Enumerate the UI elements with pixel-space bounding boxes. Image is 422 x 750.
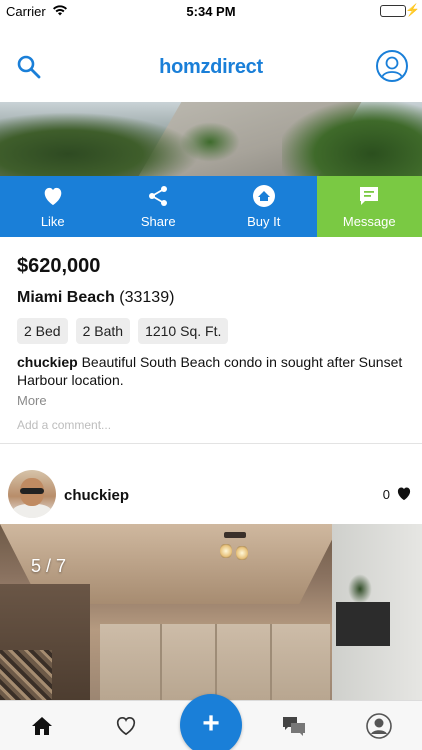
listing-location: Miami Beach (33139) (17, 289, 174, 307)
buy-it-label: Buy It (247, 214, 281, 229)
profile-icon[interactable] (376, 50, 408, 82)
listing-description: chuckiep Beautiful South Beach condo in … (17, 353, 407, 389)
heart-icon[interactable] (396, 486, 412, 502)
post-photo[interactable]: 5 / 7 (0, 524, 422, 700)
baths-chip: 2 Bath (75, 318, 131, 344)
share-icon (146, 184, 170, 208)
comment-input[interactable] (17, 418, 397, 432)
beds-chip: 2 Bed (17, 318, 68, 344)
photo-counter: 5 / 7 (31, 556, 67, 576)
listing-zip: (33139) (119, 289, 175, 306)
message-label: Message (342, 214, 396, 229)
listing-city: Miami Beach (17, 289, 115, 306)
like-count: 0 (382, 487, 390, 502)
ceiling-lamp (218, 532, 252, 564)
battery-icon (380, 5, 406, 17)
heart-icon (41, 184, 65, 208)
app-header: homzdirect (0, 22, 422, 102)
heart-icon[interactable] (113, 713, 139, 739)
listing-details: $620,000 Miami Beach (33139) 2 Bed 2 Bat… (0, 237, 422, 444)
profile-icon[interactable] (366, 713, 392, 739)
post-username[interactable]: chuckiep (64, 487, 129, 504)
status-bar: Carrier 5:34 PM ⚡ (0, 0, 422, 22)
buy-it-button[interactable]: Buy It (211, 176, 317, 237)
add-icon: + (202, 707, 220, 740)
listing-price: $620,000 (17, 255, 101, 277)
sqft-chip: 1210 Sq. Ft. (138, 318, 229, 344)
listing-photo[interactable] (0, 102, 422, 176)
description-author[interactable]: chuckiep (17, 354, 78, 370)
home-icon[interactable] (29, 713, 55, 739)
add-listing-button[interactable]: + (180, 694, 242, 750)
share-button[interactable]: Share (105, 176, 211, 237)
more-link[interactable]: More (17, 393, 47, 408)
like-button[interactable]: Like (0, 176, 106, 237)
share-label: Share (140, 214, 176, 229)
avatar[interactable] (8, 470, 56, 518)
clock: 5:34 PM (186, 4, 236, 19)
message-icon (357, 184, 381, 208)
house-location-icon (252, 184, 276, 208)
app-logo: homzdirect (159, 56, 263, 78)
action-bar: Like Share Buy It Message (0, 176, 422, 237)
message-button[interactable]: Message (316, 176, 422, 237)
listing-features: 2 Bed 2 Bath 1210 Sq. Ft. (17, 318, 229, 344)
chat-icon[interactable] (281, 713, 307, 739)
post-header: chuckiep 0 (0, 466, 422, 524)
like-label: Like (40, 214, 65, 229)
charging-icon: ⚡ (405, 3, 420, 17)
